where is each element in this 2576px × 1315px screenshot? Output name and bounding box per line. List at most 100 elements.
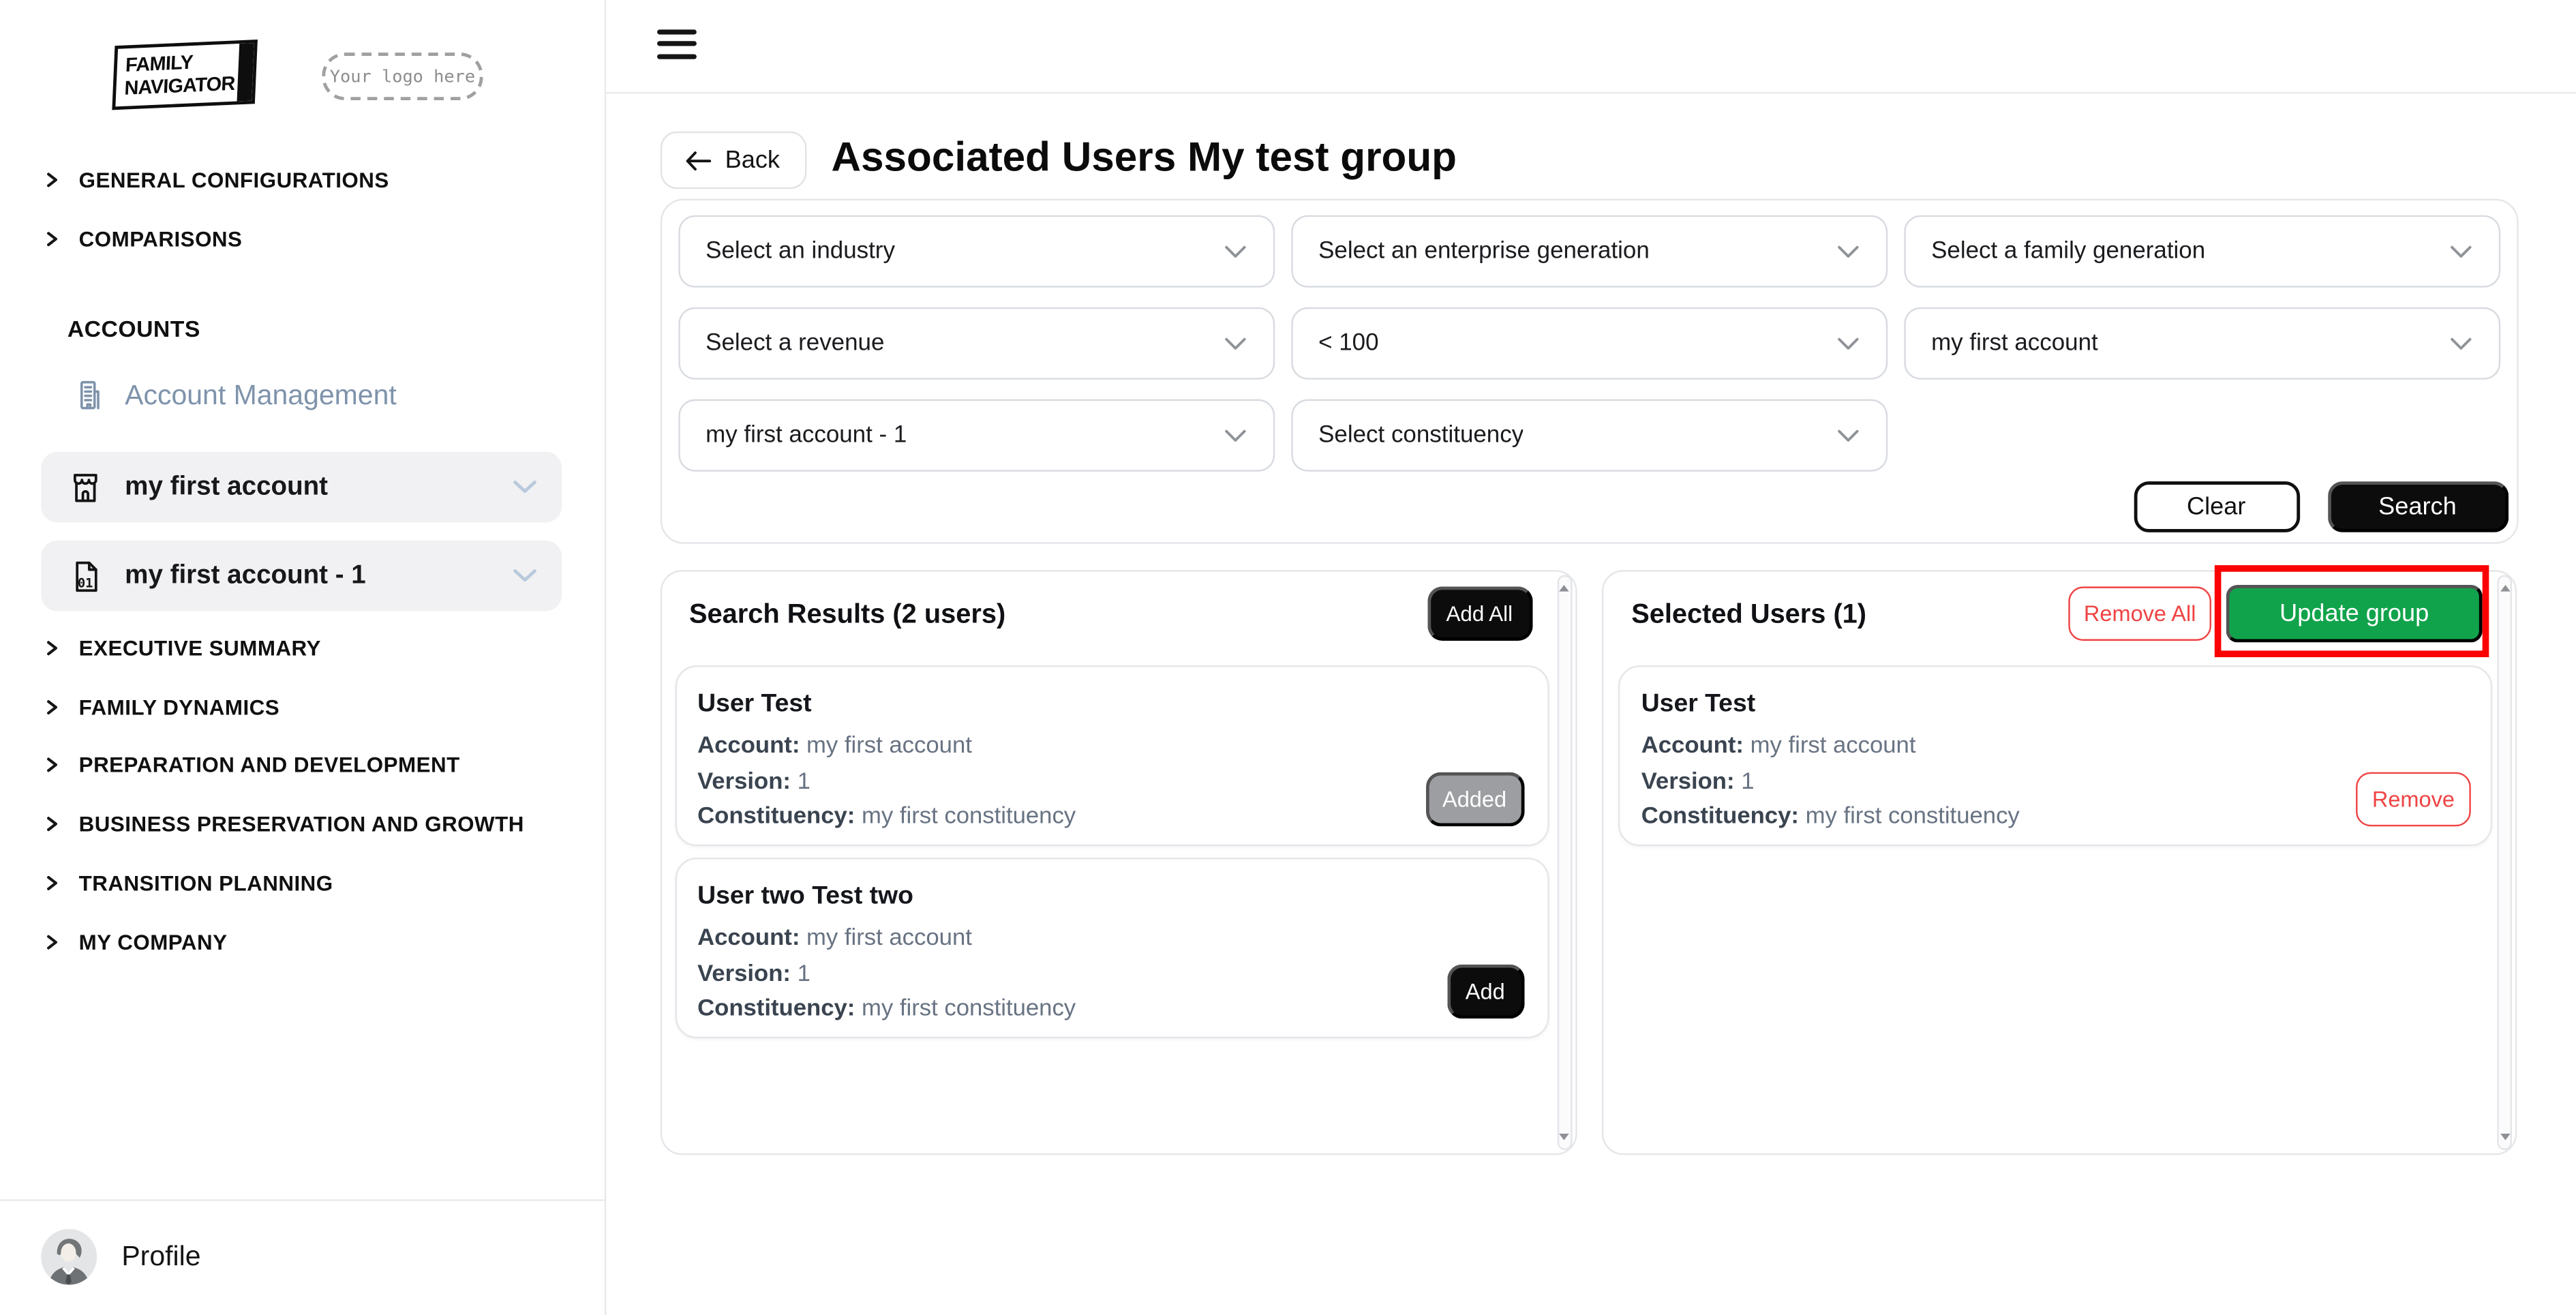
user-name: User Test <box>697 690 812 719</box>
logo-stripe <box>237 43 254 102</box>
user-account-line: Account: my first account <box>1641 733 2020 759</box>
family-navigator-logo: FAMILY NAVIGATOR <box>112 40 258 110</box>
chevron-right-icon <box>43 230 61 248</box>
chevron-right-icon <box>43 815 61 833</box>
select-value: my first account <box>1931 330 2098 357</box>
search-button[interactable]: Search <box>2327 481 2508 532</box>
chevron-down-icon <box>2449 244 2472 259</box>
select-value: < 100 <box>1318 330 1378 357</box>
select-value: Select constituency <box>1318 422 1524 449</box>
user-card: User Test Account: my first account Vers… <box>674 665 1548 846</box>
sidebar-item-business-preservation-and-growth[interactable]: BUSINESS PRESERVATION AND GROWTH <box>43 812 524 836</box>
top-bar <box>605 0 2576 93</box>
document-01-icon: 01 <box>67 558 104 594</box>
revenue-range-select[interactable]: < 100 <box>1290 307 1887 380</box>
chevron-right-icon <box>43 933 61 952</box>
sidebar-item-family-dynamics[interactable]: FAMILY DYNAMICS <box>43 695 280 719</box>
enterprise-generation-select[interactable]: Select an enterprise generation <box>1290 215 1887 288</box>
sidebar-item-label: PREPARATION AND DEVELOPMENT <box>79 753 460 777</box>
sidebar-item-label: TRANSITION PLANNING <box>79 871 333 895</box>
sidebar-item-account-management[interactable]: Account Management <box>72 378 397 412</box>
sidebar-item-label: COMPARISONS <box>79 227 243 252</box>
user-account-line: Account: my first account <box>697 925 1076 952</box>
select-value: Select a family generation <box>1931 238 2205 264</box>
scrollbar[interactable] <box>1557 575 1572 1151</box>
chevron-down-icon <box>1223 428 1246 443</box>
revenue-select[interactable]: Select a revenue <box>678 307 1274 380</box>
sidebar-item-label: EXECUTIVE SUMMARY <box>79 636 321 661</box>
search-results-panel: Search Results (2 users) Add All User Te… <box>660 570 1577 1155</box>
chevron-right-icon <box>43 639 61 658</box>
profile-button[interactable]: Profile <box>41 1229 200 1285</box>
select-value: Select an industry <box>706 238 895 264</box>
sidebar-item-label: GENERAL CONFIGURATIONS <box>79 168 389 192</box>
app-window: FAMILY NAVIGATOR Your logo here GENERAL … <box>0 0 2576 1315</box>
sidebar-account-version-button[interactable]: 01 my first account - 1 <box>41 541 562 611</box>
avatar <box>41 1229 97 1285</box>
sidebar-item-preparation-and-development[interactable]: PREPARATION AND DEVELOPMENT <box>43 753 460 777</box>
scrollbar[interactable] <box>2497 575 2512 1151</box>
constituency-select[interactable]: Select constituency <box>1290 399 1887 472</box>
remove-all-button[interactable]: Remove All <box>2068 586 2211 641</box>
chevron-right-icon <box>43 756 61 774</box>
avatar-icon <box>41 1229 97 1285</box>
sidebar-item-executive-summary[interactable]: EXECUTIVE SUMMARY <box>43 636 321 661</box>
chevron-right-icon <box>43 874 61 892</box>
sidebar-item-my-company[interactable]: MY COMPANY <box>43 930 228 954</box>
sidebar-item-transition-planning[interactable]: TRANSITION PLANNING <box>43 871 333 895</box>
add-button[interactable]: Add <box>1446 965 1524 1019</box>
selected-users-panel: Selected Users (1) Remove All Update gro… <box>1602 570 2517 1155</box>
sidebar-item-general-configurations[interactable]: GENERAL CONFIGURATIONS <box>43 168 389 192</box>
sidebar: FAMILY NAVIGATOR Your logo here GENERAL … <box>0 0 605 1315</box>
sidebar-account-button[interactable]: my first account <box>41 452 562 523</box>
page-title: Associated Users My test group <box>832 135 1457 183</box>
storefront-icon <box>67 469 104 505</box>
user-account-line: Account: my first account <box>697 733 1076 759</box>
filters-grid: Select an industry Select an enterprise … <box>678 215 2500 472</box>
building-icon <box>72 378 107 412</box>
chevron-right-icon <box>43 698 61 716</box>
select-value: my first account - 1 <box>706 422 907 449</box>
scroll-down-icon[interactable] <box>1559 1134 1569 1140</box>
add-all-button[interactable]: Add All <box>1427 586 1532 641</box>
user-name: User Test <box>1641 690 1756 719</box>
account-select[interactable]: my first account <box>1903 307 2500 380</box>
logo-text-line2: NAVIGATOR <box>124 72 253 100</box>
user-version-line: Version: 1 <box>697 961 1076 987</box>
search-results-title: Search Results (2 users) <box>689 600 1005 631</box>
sidebar-item-label: FAMILY DYNAMICS <box>79 695 279 719</box>
user-card: User two Test two Account: my first acco… <box>674 858 1548 1038</box>
user-details: Account: my first account Version: 1 Con… <box>1641 733 2020 830</box>
user-card: User Test Account: my first account Vers… <box>1618 665 2492 846</box>
menu-icon[interactable] <box>657 29 697 59</box>
user-constituency-line: Constituency: my first constituency <box>1641 804 2020 830</box>
highlight-annotation <box>2215 565 2489 657</box>
user-version-line: Version: 1 <box>1641 768 2020 795</box>
back-button[interactable]: Back <box>660 132 806 189</box>
selected-users-title: Selected Users (1) <box>1631 600 1866 631</box>
user-name: User two Test two <box>697 882 913 911</box>
remove-button[interactable]: Remove <box>2356 772 2471 827</box>
user-details: Account: my first account Version: 1 Con… <box>697 925 1076 1022</box>
scroll-down-icon[interactable] <box>2500 1134 2509 1140</box>
chevron-down-icon <box>2449 336 2472 351</box>
accounts-section-header: ACCOUNTS <box>67 316 200 342</box>
chevron-down-icon <box>1836 336 1859 351</box>
sidebar-item-label: BUSINESS PRESERVATION AND GROWTH <box>79 812 524 836</box>
industry-select[interactable]: Select an industry <box>678 215 1274 288</box>
family-generation-select[interactable]: Select a family generation <box>1903 215 2500 288</box>
chevron-down-icon <box>1223 244 1246 259</box>
your-logo-placeholder: Your logo here <box>322 52 483 100</box>
scroll-up-icon[interactable] <box>2500 585 2509 592</box>
chevron-down-icon <box>1223 336 1246 351</box>
sidebar-item-label: MY COMPANY <box>79 930 228 954</box>
sidebar-item-comparisons[interactable]: COMPARISONS <box>43 227 243 252</box>
clear-button[interactable]: Clear <box>2134 481 2299 532</box>
chevron-down-icon <box>1836 244 1859 259</box>
scroll-up-icon[interactable] <box>1559 585 1569 592</box>
chevron-down-icon <box>1836 428 1859 443</box>
account-version-select[interactable]: my first account - 1 <box>678 399 1274 472</box>
user-constituency-line: Constituency: my first constituency <box>697 804 1076 830</box>
svg-text:01: 01 <box>78 575 93 590</box>
added-button[interactable]: Added <box>1425 772 1524 827</box>
